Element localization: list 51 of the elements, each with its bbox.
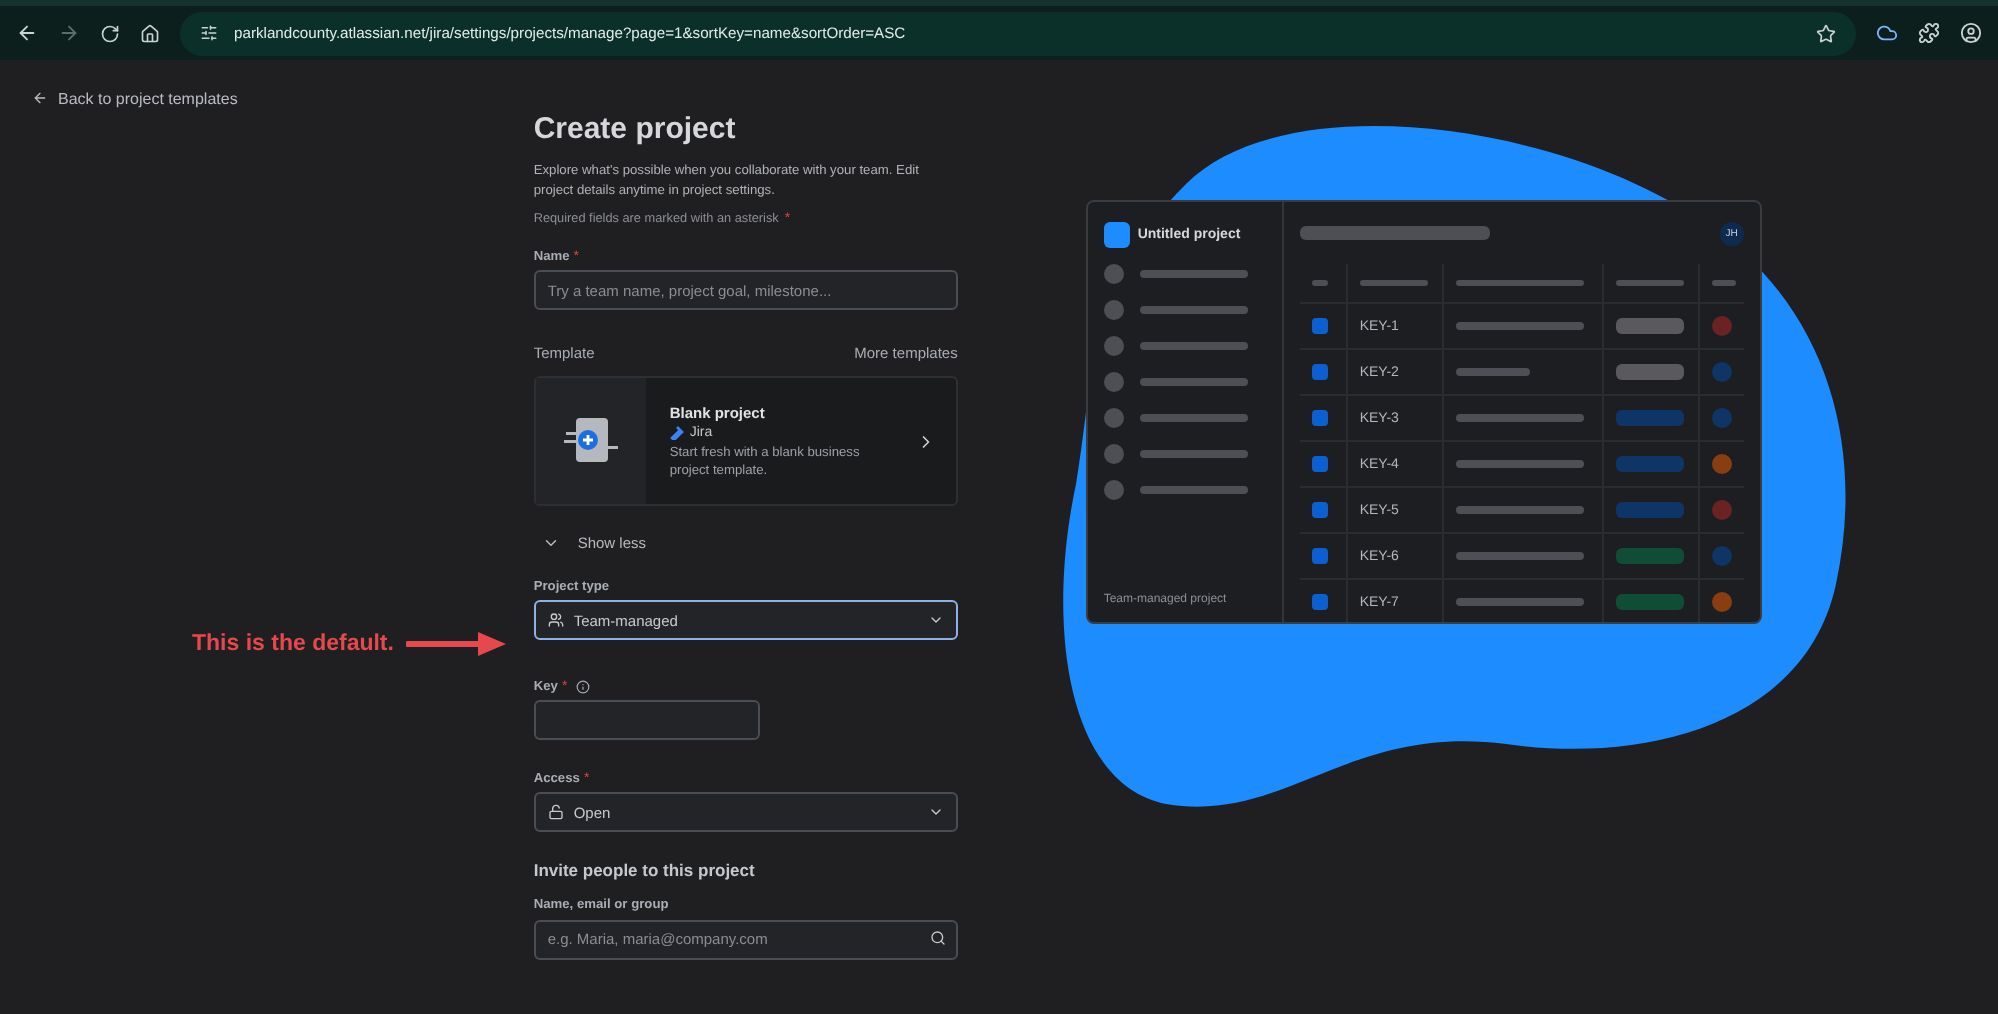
- annotation-text: This is the default.: [192, 632, 394, 656]
- skeleton-avatar: [1103, 480, 1124, 500]
- invite-heading: Invite people to this project: [533, 860, 757, 880]
- skeleton-bar: [1455, 322, 1584, 330]
- reload-icon[interactable]: [100, 23, 120, 43]
- skeleton-bar: [1455, 460, 1584, 468]
- skeleton-avatar: [1103, 408, 1124, 428]
- people-icon: [547, 612, 564, 628]
- skeleton-bar: [1455, 280, 1584, 286]
- skeleton-bar: [1139, 342, 1248, 350]
- skeleton-bar: [1359, 280, 1428, 286]
- chevron-down-icon: [927, 612, 944, 628]
- annotation-arrow: [405, 632, 506, 656]
- skeleton-bar: [1455, 368, 1530, 376]
- skeleton-bar: [1139, 270, 1248, 278]
- page-title: Create project: [533, 112, 738, 146]
- skeleton-bar: [1139, 450, 1248, 458]
- chevron-down-icon: [927, 804, 944, 820]
- skeleton-bar: [1139, 414, 1248, 422]
- skeleton-bar: [1711, 280, 1736, 286]
- skeleton-avatar: [1103, 372, 1124, 392]
- skeleton-avatar: [1103, 336, 1124, 356]
- bookmark-star-icon[interactable]: [1816, 23, 1836, 43]
- cloud-icon[interactable]: [1876, 22, 1898, 44]
- skeleton-bar: [1615, 280, 1684, 286]
- project-logo: [1103, 222, 1130, 248]
- skeleton-avatar: [1103, 444, 1124, 464]
- back-link[interactable]: Back to project templates: [32, 82, 238, 114]
- back-icon[interactable]: [16, 22, 38, 44]
- skeleton-bar: [1139, 486, 1248, 494]
- key-field[interactable]: [533, 700, 760, 740]
- site-settings-icon[interactable]: [200, 24, 218, 42]
- skeleton-bar: [1455, 506, 1584, 514]
- info-icon[interactable]: [575, 680, 590, 694]
- skeleton-avatar: [1103, 300, 1124, 320]
- skeleton-bar: [1139, 378, 1248, 386]
- skeleton-bar: [1139, 306, 1248, 314]
- pin-icon: [669, 425, 684, 439]
- home-icon[interactable]: [140, 23, 160, 43]
- unlock-icon: [547, 804, 564, 820]
- search-icon[interactable]: [929, 930, 946, 946]
- skeleton-avatar: [1103, 264, 1124, 284]
- skeleton-bar: [1311, 280, 1328, 286]
- extension-icon[interactable]: [1918, 22, 1940, 44]
- skeleton-bar: [1455, 552, 1584, 560]
- skeleton-bar: [1455, 598, 1584, 606]
- arrow-left-icon: [32, 90, 48, 106]
- skeleton-bar: [1455, 414, 1584, 422]
- forward-icon[interactable]: [58, 22, 80, 44]
- chevron-down-icon: [541, 534, 560, 552]
- profile-icon[interactable]: [1960, 22, 1982, 44]
